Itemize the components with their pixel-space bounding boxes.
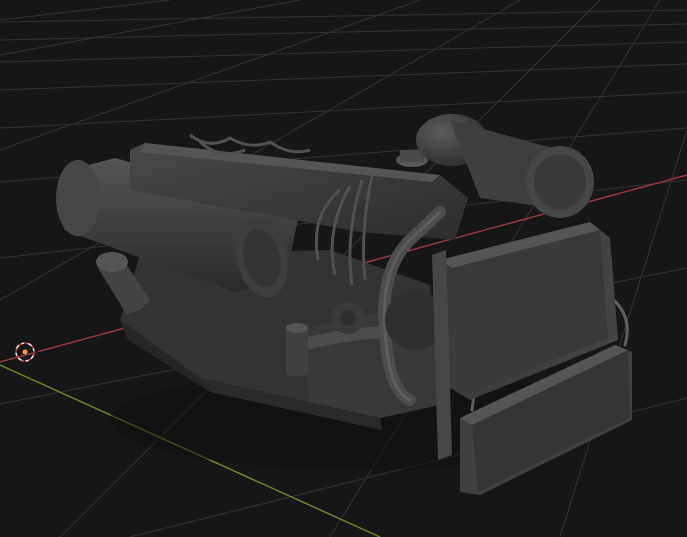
engine-model — [56, 114, 632, 495]
3d-viewport[interactable] — [0, 0, 687, 537]
radiator — [432, 222, 632, 495]
origin-marker-icon — [22, 349, 28, 355]
sensor — [286, 326, 308, 376]
